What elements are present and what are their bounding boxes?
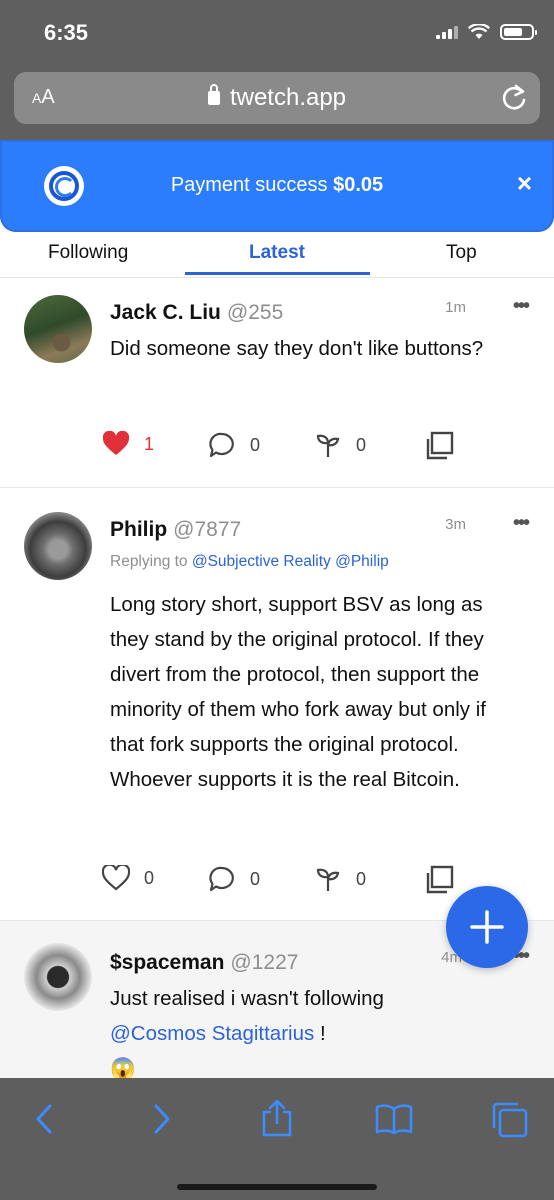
browser-toolbar [0, 1078, 554, 1200]
share-icon[interactable] [260, 1098, 294, 1138]
battery-icon [500, 24, 537, 40]
emoji: 😱 [110, 1057, 136, 1080]
comment-icon [209, 866, 234, 892]
post-text: Long story short, support BSV as long as… [110, 593, 486, 791]
author-name[interactable]: $spaceman @1227 [110, 951, 298, 975]
post-actions: 0 0 0 [102, 865, 462, 895]
compose-button[interactable] [446, 886, 528, 968]
avatar[interactable] [24, 512, 92, 580]
more-icon[interactable]: ••• [513, 295, 530, 318]
payment-banner: Payment success $0.05 × [0, 140, 554, 232]
address-bar[interactable]: AA twetch.app [14, 72, 540, 124]
comment-button[interactable]: 0 [208, 431, 260, 459]
copy-button[interactable] [424, 865, 454, 895]
post-text: Just realised i wasn't following @Cosmos … [110, 987, 384, 1080]
plus-icon [470, 910, 504, 944]
reply-mention[interactable]: @Subjective Reality [192, 553, 331, 570]
wifi-icon [468, 24, 490, 39]
branch-count: 0 [356, 868, 367, 889]
copy-icon [426, 865, 454, 894]
author-handle: @7877 [173, 518, 242, 541]
close-icon[interactable]: × [517, 170, 532, 196]
feed-tabs: Following Latest Top [0, 232, 554, 278]
post-time: 3m [445, 516, 466, 533]
post-actions: 1 0 0 [102, 431, 462, 461]
home-indicator [177, 1184, 377, 1190]
avatar[interactable] [24, 943, 92, 1011]
branch-button[interactable]: 0 [314, 865, 366, 893]
url-display[interactable]: twetch.app [14, 84, 540, 112]
tab-latest[interactable]: Latest [249, 242, 305, 264]
reply-context: Replying to @Subjective Reality @Philip [110, 553, 389, 570]
lock-icon [207, 84, 220, 105]
avatar[interactable] [24, 295, 92, 363]
author-handle: @1227 [230, 951, 299, 974]
like-button[interactable]: 1 [102, 431, 154, 457]
comment-count: 0 [250, 434, 261, 455]
author-name[interactable]: Jack C. Liu @255 [110, 301, 283, 325]
post-time: 1m [445, 299, 466, 316]
post[interactable]: Philip @7877 3m ••• Replying to @Subjecti… [0, 488, 554, 920]
author-handle: @255 [226, 301, 284, 324]
status-icons [436, 24, 537, 40]
active-tab-indicator [185, 272, 370, 275]
heart-icon [102, 865, 130, 891]
tab-top[interactable]: Top [446, 242, 477, 264]
more-icon[interactable]: ••• [513, 512, 530, 535]
bookmarks-icon[interactable] [374, 1102, 414, 1136]
payment-message: Payment success $0.05 [170, 174, 384, 196]
reload-icon[interactable] [500, 83, 528, 113]
branch-button[interactable]: 0 [314, 431, 366, 459]
comment-icon [209, 432, 234, 458]
reply-mention[interactable]: @Philip [335, 553, 389, 570]
comment-button[interactable]: 0 [208, 865, 260, 893]
author-name[interactable]: Philip @7877 [110, 518, 241, 542]
payment-amount: $0.05 [333, 174, 384, 196]
like-count: 0 [144, 867, 155, 888]
forward-icon[interactable] [148, 1102, 174, 1136]
browser-chrome: 6:35 AA twetch.app [0, 0, 554, 140]
branch-count: 0 [356, 434, 367, 455]
post[interactable]: Jack C. Liu @255 1m ••• Did someone say t… [0, 279, 554, 487]
tabs-icon[interactable] [490, 1100, 530, 1140]
like-count: 1 [144, 433, 155, 454]
branch-icon [316, 434, 340, 457]
post-text: Did someone say they don't like buttons? [110, 337, 484, 360]
copy-button[interactable] [424, 431, 454, 461]
back-icon[interactable] [32, 1102, 58, 1136]
branch-icon [316, 868, 340, 891]
url-text: twetch.app [229, 84, 347, 111]
heart-icon [102, 431, 130, 455]
user-mention[interactable]: @Cosmos Stagittarius [110, 1022, 314, 1045]
comment-count: 0 [250, 868, 261, 889]
copy-icon [426, 431, 454, 460]
signal-icon [436, 25, 458, 39]
status-time: 6:35 [44, 20, 89, 45]
like-button[interactable]: 0 [102, 865, 154, 891]
tab-following[interactable]: Following [48, 242, 128, 264]
